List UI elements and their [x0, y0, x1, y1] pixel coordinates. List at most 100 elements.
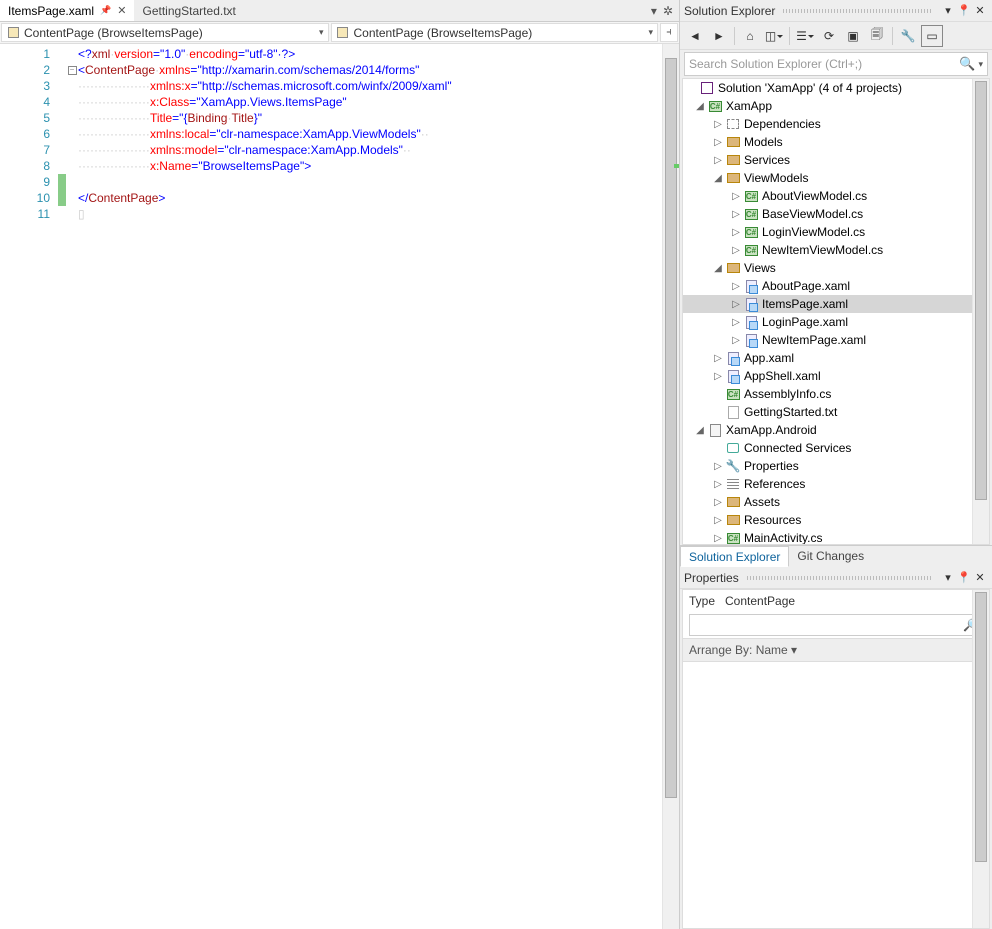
tree-item[interactable]: Connected Services [744, 441, 851, 455]
tree-item[interactable]: App.xaml [744, 351, 794, 365]
expand-icon[interactable]: ▷ [729, 335, 743, 346]
show-all-files-icon[interactable]: 🗐 [866, 25, 888, 47]
close-icon[interactable]: ✕ [117, 4, 126, 17]
split-editor-icon[interactable]: ⫞ [660, 23, 678, 42]
home-icon[interactable]: ⌂ [739, 25, 761, 47]
expand-icon[interactable]: ▷ [711, 155, 725, 166]
tree-item[interactable]: Services [744, 153, 790, 167]
close-icon[interactable]: ✕ [972, 4, 988, 17]
preview-icon[interactable]: ▭ [921, 25, 943, 47]
tree-item[interactable]: AboutPage.xaml [762, 279, 850, 293]
pin-icon[interactable]: 📍 [956, 571, 972, 584]
chevron-down-icon[interactable]: ▾ [978, 59, 983, 70]
tree-item[interactable]: Models [744, 135, 783, 149]
back-icon[interactable]: ◄ [684, 25, 706, 47]
expand-icon[interactable]: ▷ [729, 245, 743, 256]
expand-icon[interactable]: ▷ [711, 353, 725, 364]
change-marker-gutter [58, 44, 66, 929]
tree-item[interactable]: ViewModels [744, 171, 808, 185]
solution-explorer-header: Solution Explorer ▾ 📍 ✕ [680, 0, 992, 22]
prop-type-value: ContentPage [725, 594, 795, 608]
expand-icon[interactable]: ▷ [729, 299, 743, 310]
expand-icon[interactable]: ▷ [711, 461, 725, 472]
tree-item[interactable]: Views [744, 261, 776, 275]
solution-node[interactable]: Solution 'XamApp' (4 of 4 projects) [718, 81, 902, 95]
tree-item[interactable]: Resources [744, 513, 801, 527]
expand-icon[interactable]: ▷ [729, 209, 743, 220]
expand-icon[interactable]: ◢ [711, 263, 725, 274]
expand-icon[interactable]: ▷ [711, 137, 725, 148]
tab-settings-icon[interactable]: ✲ [661, 4, 675, 18]
switch-views-icon[interactable]: ◫ [763, 25, 785, 47]
editor-vscrollbar[interactable] [662, 44, 679, 929]
expand-icon[interactable]: ◢ [711, 173, 725, 184]
properties-search-input[interactable]: 🔎 [689, 614, 983, 636]
tree-item[interactable]: NewItemViewModel.cs [762, 243, 883, 257]
properties-panel: Type ContentPage 🔎 Arrange By: Name ▾ [682, 589, 990, 929]
tree-item[interactable]: Assets [744, 495, 780, 509]
pin-icon[interactable]: 📌 [100, 5, 111, 16]
properties-vscrollbar[interactable] [972, 590, 989, 928]
tree-item[interactable]: LoginViewModel.cs [762, 225, 865, 239]
solution-tree[interactable]: Solution 'XamApp' (4 of 4 projects) ◢C#X… [682, 78, 990, 545]
nav-scope-combo[interactable]: ContentPage (BrowseItemsPage) ▾ [1, 23, 329, 42]
tree-item[interactable]: References [744, 477, 805, 491]
tree-item[interactable]: BaseViewModel.cs [762, 207, 863, 221]
tab-git-changes[interactable]: Git Changes [789, 546, 872, 567]
expand-icon[interactable]: ▷ [711, 119, 725, 130]
project-node[interactable]: XamApp [726, 99, 772, 113]
tab-dropdown-icon[interactable]: ▾ [649, 4, 659, 18]
expand-icon[interactable]: ▷ [729, 317, 743, 328]
arrange-by-button[interactable]: Arrange By: Name ▾ [683, 638, 989, 662]
tree-item[interactable]: AssemblyInfo.cs [744, 387, 831, 401]
fold-toggle-icon[interactable]: − [68, 66, 77, 75]
sync-icon[interactable]: ⟳ [818, 25, 840, 47]
expand-icon[interactable]: ◢ [693, 101, 707, 112]
tree-item[interactable]: GettingStarted.txt [744, 405, 837, 419]
tree-item[interactable]: AboutViewModel.cs [762, 189, 867, 203]
tree-vscrollbar[interactable] [972, 79, 989, 544]
tree-item[interactable]: LoginPage.xaml [762, 315, 848, 329]
filter-icon[interactable]: ☰ [794, 25, 816, 47]
expand-icon[interactable]: ▷ [711, 479, 725, 490]
tree-item[interactable]: Properties [744, 459, 799, 473]
nav-member-combo[interactable]: ContentPage (BrowseItemsPage) ▾ [331, 23, 659, 42]
project-node[interactable]: XamApp.Android [726, 423, 817, 437]
prop-type-label: Type [689, 594, 715, 608]
panel-menu-icon[interactable]: ▾ [940, 4, 956, 17]
tab-itemspage[interactable]: ItemsPage.xaml 📌 ✕ [0, 0, 134, 21]
collapse-all-icon[interactable]: ▣ [842, 25, 864, 47]
document-tabbar: ItemsPage.xaml 📌 ✕ GettingStarted.txt ▾ … [0, 0, 679, 22]
tree-item[interactable]: MainActivity.cs [744, 531, 822, 545]
code-editor[interactable]: <?xml·version="1.0"·encoding="utf-8"·?><… [78, 44, 662, 929]
properties-icon[interactable]: 🔧 [897, 25, 919, 47]
solution-search-input[interactable]: Search Solution Explorer (Ctrl+;) 🔍 ▾ [684, 52, 988, 76]
expand-icon[interactable]: ▷ [711, 533, 725, 544]
panel-title: Properties [684, 571, 739, 585]
search-icon[interactable]: 🔍 [959, 56, 975, 72]
tab-label: ItemsPage.xaml [8, 4, 94, 18]
expand-icon[interactable]: ▷ [711, 515, 725, 526]
tab-gettingstarted[interactable]: GettingStarted.txt [134, 0, 243, 21]
expand-icon[interactable]: ▷ [729, 281, 743, 292]
expand-icon[interactable]: ▷ [729, 227, 743, 238]
search-placeholder: Search Solution Explorer (Ctrl+;) [689, 57, 862, 71]
expand-icon[interactable]: ▷ [729, 191, 743, 202]
pin-icon[interactable]: 📍 [956, 4, 972, 17]
tab-label: GettingStarted.txt [142, 4, 235, 18]
tree-item-selected[interactable]: ItemsPage.xaml [762, 297, 848, 311]
tree-item[interactable]: Dependencies [744, 117, 821, 131]
tree-item[interactable]: AppShell.xaml [744, 369, 821, 383]
tab-solution-explorer[interactable]: Solution Explorer [680, 546, 789, 567]
close-icon[interactable]: ✕ [972, 571, 988, 584]
forward-icon[interactable]: ► [708, 25, 730, 47]
expand-icon[interactable]: ▷ [711, 497, 725, 508]
expand-icon[interactable]: ▷ [711, 371, 725, 382]
fold-gutter: − [66, 44, 78, 929]
chevron-down-icon: ▾ [648, 27, 653, 38]
tree-item[interactable]: NewItemPage.xaml [762, 333, 866, 347]
tool-window-tabs: Solution Explorer Git Changes [680, 545, 992, 567]
expand-icon[interactable]: ◢ [693, 425, 707, 436]
solution-explorer-toolbar: ◄ ► ⌂ ◫ ☰ ⟳ ▣ 🗐 🔧 ▭ [680, 22, 992, 50]
panel-menu-icon[interactable]: ▾ [940, 571, 956, 584]
